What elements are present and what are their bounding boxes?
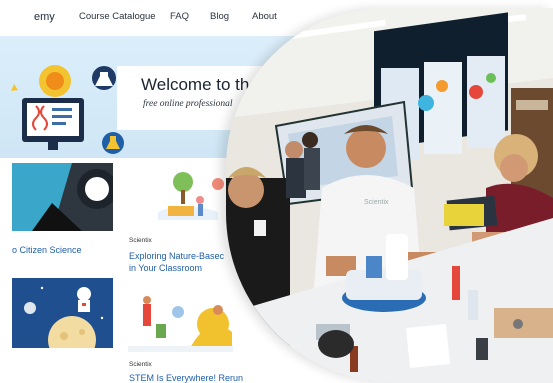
- course-thumbnail-space[interactable]: [12, 278, 113, 348]
- nav-faq[interactable]: FAQ: [170, 11, 189, 22]
- astronaut-icon: [77, 287, 91, 301]
- course-title-nature-based-line2[interactable]: in Your Classroom: [129, 263, 202, 273]
- course-provider-4: Scientix: [129, 361, 152, 368]
- paper-towel-roll: [386, 234, 408, 280]
- hero-subtitle: free online professional: [143, 99, 233, 109]
- star-icon: [11, 84, 18, 91]
- classroom-photo: Scientix Se: [226, 8, 553, 383]
- nav-blog[interactable]: Blog: [210, 11, 229, 22]
- nav-course-catalogue[interactable]: Course Catalogue: [79, 11, 156, 22]
- hero-title: Welcome to the: [141, 75, 259, 94]
- course-thumbnail-nature-based[interactable]: [128, 160, 233, 228]
- nav-about[interactable]: About: [252, 11, 277, 22]
- course-provider-2: Scientix: [129, 237, 152, 244]
- course-title-stem-everywhere[interactable]: STEM Is Everywhere! Rerun: [129, 373, 243, 383]
- course-thumbnail-citizen-science[interactable]: [12, 163, 113, 231]
- course-thumbnail-stem-everywhere[interactable]: [128, 290, 233, 352]
- site-logo[interactable]: emy: [34, 11, 55, 23]
- course-title-citizen-science[interactable]: o Citizen Science: [12, 245, 82, 255]
- shirt-logo-text: Scientix: [364, 199, 389, 206]
- course-title-nature-based-line1[interactable]: Exploring Nature-Basec: [129, 251, 224, 261]
